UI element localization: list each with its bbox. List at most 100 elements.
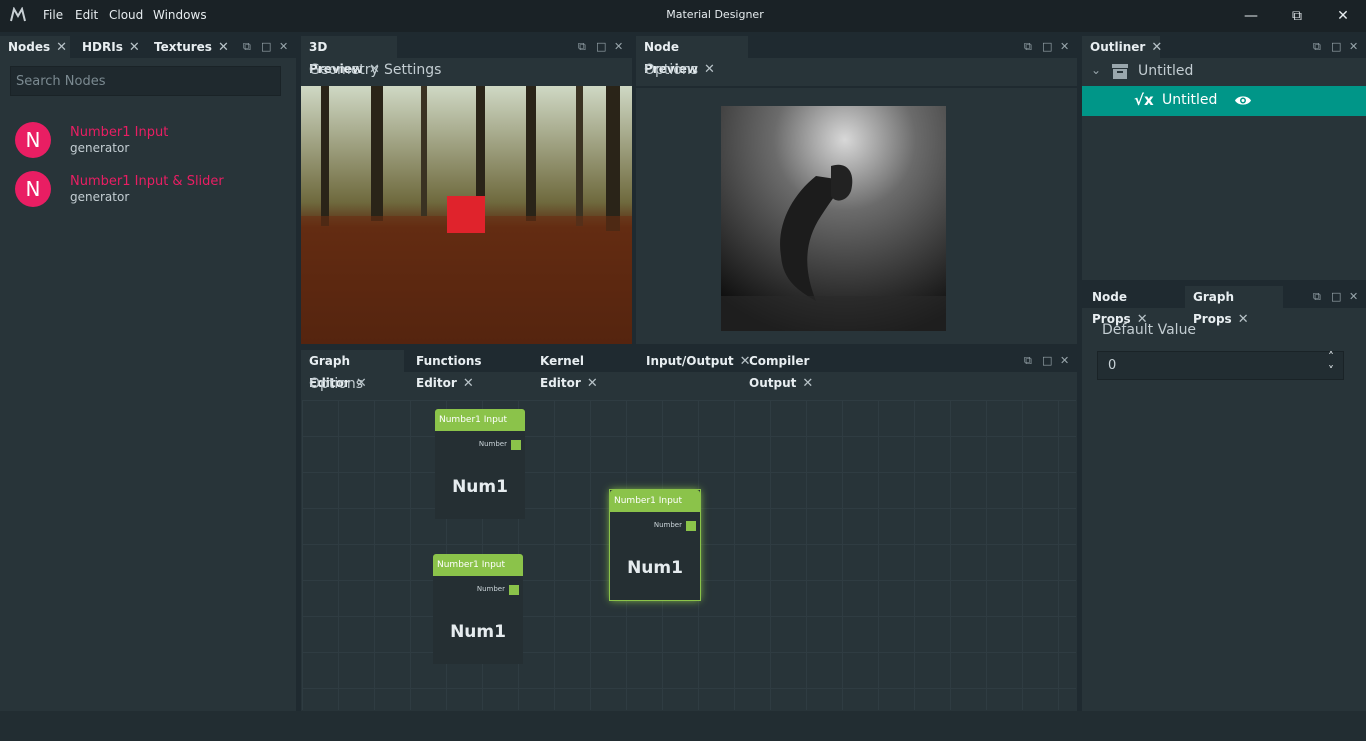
float-icon[interactable]: ⧉ bbox=[578, 40, 586, 54]
tab-hdris[interactable]: HDRIs ✕ bbox=[74, 36, 142, 58]
tab-nodes[interactable]: Nodes ✕ bbox=[0, 36, 70, 58]
graph-node-value: Num1 bbox=[452, 477, 508, 497]
node-item-name[interactable]: Number1 Input bbox=[70, 125, 168, 140]
close-panel-icon[interactable]: ✕ bbox=[614, 40, 623, 53]
tab-3d-preview[interactable]: 3D Preview ✕ bbox=[301, 36, 397, 77]
close-icon[interactable]: ✕ bbox=[218, 40, 229, 55]
tab-functions-editor[interactable]: Functions Editor ✕ bbox=[408, 350, 528, 391]
search-nodes-field[interactable] bbox=[10, 66, 281, 96]
maximize-icon[interactable]: □ bbox=[1331, 290, 1341, 303]
chevron-down-icon[interactable]: ⌄ bbox=[1091, 63, 1101, 77]
node-preview-tabbar: Node Preview ✕ ⧉ □ ✕ bbox=[636, 36, 1077, 77]
archive-icon bbox=[1112, 64, 1128, 79]
float-icon[interactable]: ⧉ bbox=[1024, 354, 1032, 368]
float-icon[interactable]: ⧉ bbox=[1313, 290, 1321, 304]
node-item-name[interactable]: Number1 Input & Slider bbox=[70, 174, 224, 189]
tab-label: Graph Props bbox=[1193, 290, 1234, 326]
graph-node-title: Number1 Input bbox=[610, 490, 700, 512]
output-port[interactable] bbox=[511, 440, 521, 450]
maximize-icon[interactable]: □ bbox=[1042, 40, 1052, 53]
settings-menu[interactable]: Settings bbox=[384, 62, 441, 78]
graph-options-menu[interactable]: Options bbox=[309, 376, 363, 392]
tab-outliner[interactable]: Outliner ✕ bbox=[1082, 36, 1162, 58]
close-icon[interactable]: ✕ bbox=[129, 40, 140, 55]
nodes-panel-tabbar: Nodes ✕ HDRIs ✕ Textures ✕ ⧉ □ ✕ bbox=[0, 36, 296, 58]
geometry-menu[interactable]: Geometry bbox=[309, 62, 379, 78]
float-icon[interactable]: ⧉ bbox=[243, 40, 251, 54]
node-preview-image bbox=[721, 106, 946, 331]
graph-node-value: Num1 bbox=[627, 558, 683, 578]
close-icon[interactable]: ✕ bbox=[704, 62, 715, 77]
sqrt-function-icon: √x bbox=[1134, 91, 1154, 109]
tab-label: Kernel Editor bbox=[540, 354, 584, 390]
tab-label: Node Props bbox=[1092, 290, 1131, 326]
node-preview-panel: Node Preview ✕ ⧉ □ ✕ Options bbox=[636, 36, 1077, 344]
tab-compiler-output[interactable]: Compiler Output ✕ bbox=[741, 350, 861, 391]
3d-viewport[interactable] bbox=[301, 86, 632, 344]
graph-node-selected[interactable]: Number1 Input Number Num1 bbox=[609, 489, 701, 601]
eye-icon[interactable] bbox=[1234, 94, 1252, 107]
close-panel-icon[interactable]: ✕ bbox=[1060, 40, 1069, 53]
node-item-type: generator bbox=[70, 141, 130, 155]
graph-node-port-label: Number bbox=[478, 440, 507, 448]
props-tabbar: Node Props ✕ Graph Props ✕ ⧉ □ ✕ bbox=[1082, 286, 1366, 327]
close-icon[interactable]: ✕ bbox=[1238, 312, 1249, 327]
tab-label: Nodes bbox=[8, 40, 51, 54]
red-cube bbox=[447, 196, 485, 233]
output-port[interactable] bbox=[686, 521, 696, 531]
window-title: Material Designer bbox=[666, 8, 764, 21]
graph-editor-tabbar: Graph Editor ✕ Functions Editor ✕ Kernel E… bbox=[301, 350, 1077, 391]
search-input[interactable] bbox=[11, 67, 280, 95]
float-icon[interactable]: ⧉ bbox=[1313, 40, 1321, 54]
tab-textures[interactable]: Textures ✕ bbox=[146, 36, 229, 58]
tab-node-props[interactable]: Node Props ✕ bbox=[1084, 286, 1180, 327]
node-preview-options-menu[interactable]: Options bbox=[644, 62, 698, 78]
outliner-child-label: Untitled bbox=[1162, 92, 1218, 108]
tab-label: Textures bbox=[154, 40, 212, 54]
tab-kernel-editor[interactable]: Kernel Editor ✕ bbox=[532, 350, 632, 391]
tab-graph-props[interactable]: Graph Props ✕ bbox=[1185, 286, 1283, 327]
maximize-icon[interactable]: □ bbox=[1042, 354, 1052, 367]
close-window-icon[interactable]: ✕ bbox=[1333, 6, 1353, 26]
output-port[interactable] bbox=[509, 585, 519, 595]
spin-down-icon[interactable]: ˅ bbox=[1328, 364, 1334, 378]
maximize-icon[interactable]: □ bbox=[261, 40, 271, 53]
float-icon[interactable]: ⧉ bbox=[1024, 40, 1032, 54]
close-icon[interactable]: ✕ bbox=[587, 376, 598, 391]
close-icon[interactable]: ✕ bbox=[463, 376, 474, 391]
outliner-root-row[interactable]: ⌄ Untitled bbox=[1082, 58, 1366, 86]
default-value-spinbox[interactable]: 0 ˄ ˅ bbox=[1097, 350, 1344, 380]
maximize-icon[interactable]: □ bbox=[596, 40, 606, 53]
graph-node[interactable]: Number1 Input Number Num1 bbox=[435, 409, 525, 519]
graph-node-value: Num1 bbox=[450, 622, 506, 642]
outliner-selected-row[interactable]: √x Untitled bbox=[1082, 86, 1366, 116]
restore-icon[interactable]: ⧉ bbox=[1287, 6, 1307, 26]
node-item[interactable]: N bbox=[15, 122, 51, 158]
outliner-tabbar: Outliner ✕ ⧉ □ ✕ bbox=[1082, 36, 1366, 58]
default-value-input[interactable]: 0 bbox=[1108, 358, 1116, 373]
preview-3d-tabbar: 3D Preview ✕ ⧉ □ ✕ bbox=[301, 36, 632, 77]
outliner-panel: Outliner ✕ ⧉ □ ✕ ⌄ Untitled √x Untitled bbox=[1082, 36, 1366, 280]
tab-node-preview[interactable]: Node Preview ✕ bbox=[636, 36, 748, 77]
close-panel-icon[interactable]: ✕ bbox=[1349, 290, 1358, 303]
close-icon[interactable]: ✕ bbox=[1151, 40, 1162, 55]
tab-graph-editor[interactable]: Graph Editor ✕ bbox=[301, 350, 404, 391]
props-panel: Node Props ✕ Graph Props ✕ ⧉ □ ✕ Default V… bbox=[1082, 286, 1366, 711]
close-icon[interactable]: ✕ bbox=[802, 376, 813, 391]
node-item[interactable]: N bbox=[15, 171, 51, 207]
graph-node-port-label: Number bbox=[476, 585, 505, 593]
node-item-type: generator bbox=[70, 190, 130, 204]
close-panel-icon[interactable]: ✕ bbox=[1349, 40, 1358, 53]
node-avatar: N bbox=[15, 171, 51, 207]
graph-node[interactable]: Number1 Input Number Num1 bbox=[433, 554, 523, 664]
preview-3d-panel: 3D Preview ✕ ⧉ □ ✕ Geometry Settings bbox=[301, 36, 632, 344]
tab-label: Input/Output bbox=[646, 354, 734, 368]
close-panel-icon[interactable]: ✕ bbox=[1060, 354, 1069, 367]
close-panel-icon[interactable]: ✕ bbox=[279, 40, 288, 53]
minimize-icon[interactable]: — bbox=[1241, 6, 1261, 26]
maximize-icon[interactable]: □ bbox=[1331, 40, 1341, 53]
close-icon[interactable]: ✕ bbox=[56, 40, 67, 55]
graph-node-title: Number1 Input bbox=[435, 409, 525, 431]
tab-input-output[interactable]: Input/Output ✕ bbox=[638, 350, 751, 372]
spin-up-icon[interactable]: ˄ bbox=[1328, 350, 1334, 364]
